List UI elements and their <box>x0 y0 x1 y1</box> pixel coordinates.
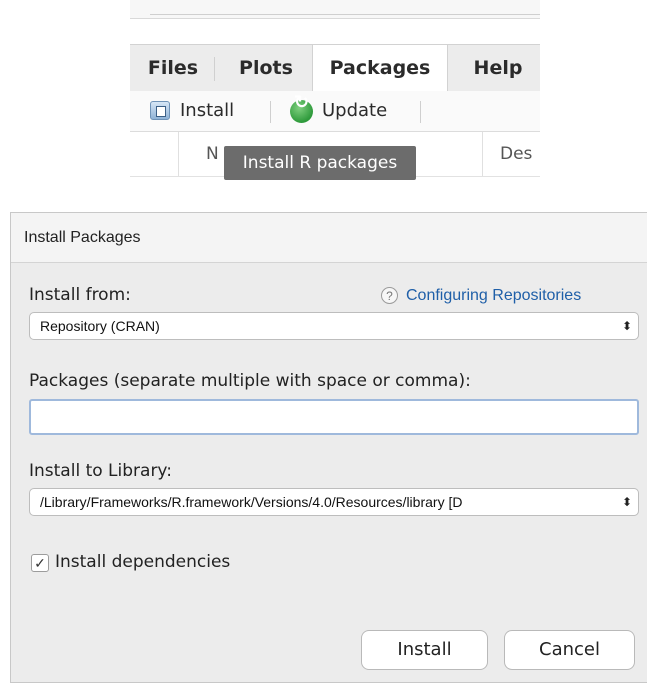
column-divider <box>178 132 179 176</box>
install-tooltip: Install R packages <box>224 146 416 180</box>
tab-packages[interactable]: Packages <box>312 45 448 92</box>
install-from-label: Install from: <box>29 285 131 305</box>
tab-divider <box>214 57 215 81</box>
toolbar-divider <box>420 101 421 123</box>
column-divider <box>482 132 483 176</box>
packages-input[interactable] <box>29 399 639 435</box>
library-value: /Library/Frameworks/R.framework/Versions… <box>40 494 463 510</box>
install-dependencies-label: Install dependencies <box>55 552 231 572</box>
select-arrows-icon: ⬍ <box>621 319 632 333</box>
packages-toolbar: Install Update <box>130 91 540 132</box>
toolbar-divider <box>270 101 271 123</box>
configuring-repositories-link[interactable]: ? Configuring Repositories <box>381 285 581 307</box>
upper-pane-strip <box>130 0 540 19</box>
install-from-value: Repository (CRAN) <box>40 318 160 334</box>
select-arrows-icon: ⬍ <box>621 495 632 509</box>
update-refresh-icon <box>290 92 313 123</box>
upper-pane-divider <box>150 14 540 15</box>
update-toolbar-label: Update <box>322 100 388 121</box>
library-select[interactable]: /Library/Frameworks/R.framework/Versions… <box>29 488 639 516</box>
install-from-select[interactable]: Repository (CRAN) ⬍ <box>29 312 639 340</box>
tab-plots[interactable]: Plots <box>222 45 310 92</box>
install-dependencies-checkbox[interactable]: ✓ <box>31 554 49 572</box>
install-button[interactable]: Install <box>361 630 488 670</box>
install-packages-dialog: Install Packages Install from: ? Configur… <box>10 212 647 683</box>
column-header-name[interactable]: N <box>206 132 219 176</box>
dialog-title: Install Packages <box>11 213 647 263</box>
pane-tab-bar: Files Plots Packages Help <box>130 44 540 92</box>
install-toolbar-label: Install <box>180 100 235 121</box>
packages-label: Packages (separate multiple with space o… <box>29 371 471 391</box>
tab-files[interactable]: Files <box>138 45 208 92</box>
configuring-repositories-text: Configuring Repositories <box>406 287 582 304</box>
question-icon: ? <box>381 287 398 305</box>
cancel-button[interactable]: Cancel <box>504 630 635 670</box>
tab-help[interactable]: Help <box>460 45 536 92</box>
column-header-description[interactable]: Des <box>500 132 532 176</box>
install-package-icon <box>150 101 170 120</box>
library-label: Install to Library: <box>29 461 172 481</box>
